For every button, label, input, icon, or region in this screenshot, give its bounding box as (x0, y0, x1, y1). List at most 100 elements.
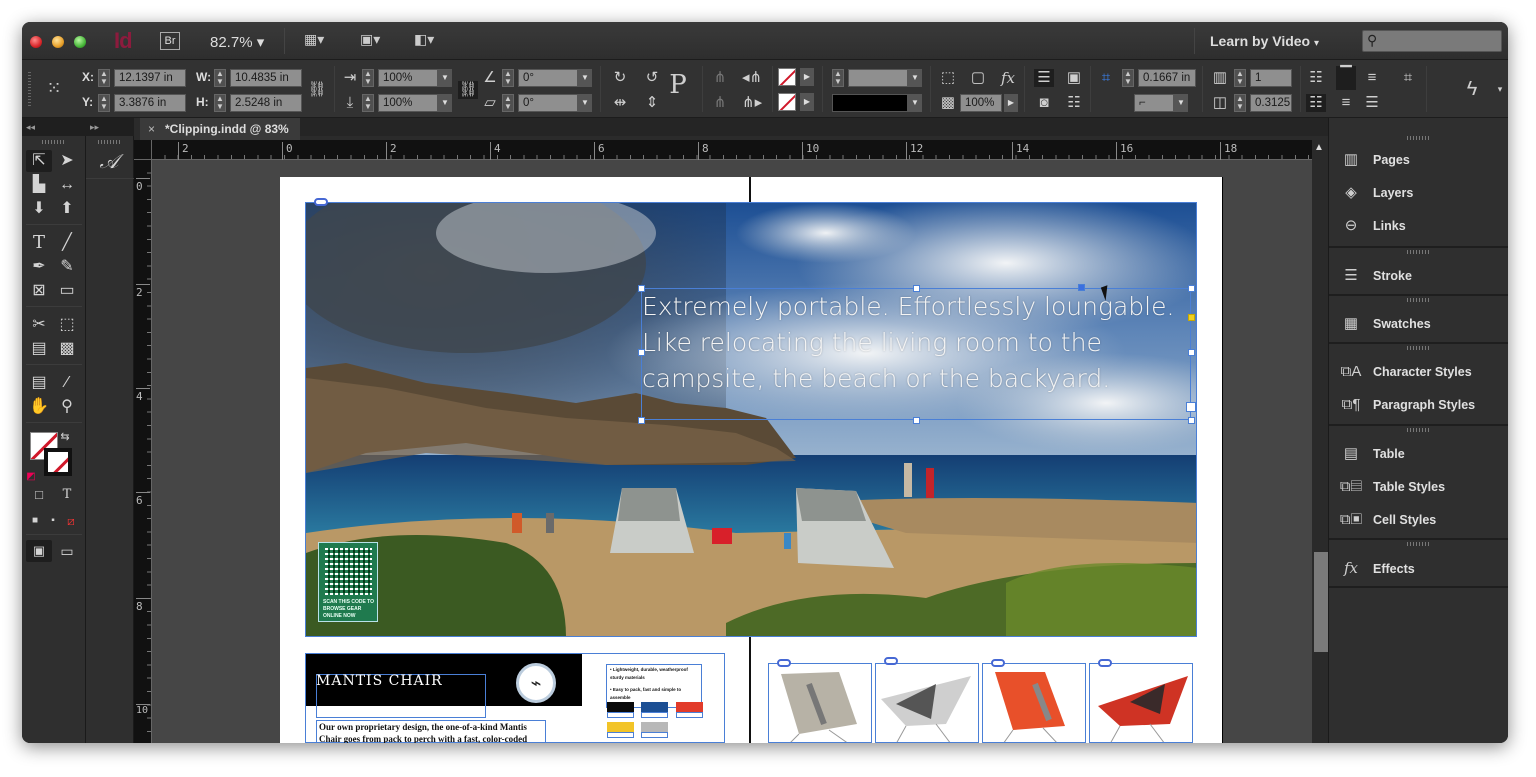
expand-icon[interactable]: ▸▸ (86, 122, 99, 132)
flip-vertical-icon[interactable]: ⇕ (642, 94, 662, 112)
content-placer-icon[interactable]: ⬆ (54, 198, 80, 220)
view-options-icon[interactable]: ▦▾ (304, 31, 324, 51)
inset-stepper[interactable]: ▲ ▼ (1122, 69, 1134, 87)
formatting-text-icon[interactable]: T (54, 484, 80, 506)
effects-fx-icon[interactable]: fx (998, 69, 1018, 87)
columns-field[interactable]: 1 (1250, 69, 1292, 87)
reference-point-icon[interactable]: ⁙ (44, 79, 64, 97)
panel-grip[interactable] (1407, 298, 1431, 302)
color-swatch-yellow[interactable] (607, 722, 634, 732)
panel-character-styles[interactable]: ⧉A Character Styles (1339, 362, 1472, 382)
pencil-tool-icon[interactable]: ✎ (54, 256, 80, 278)
overset-out-port[interactable] (1186, 402, 1196, 412)
y-stepper[interactable]: ▲ ▼ (98, 94, 110, 112)
control-panel-menu-icon[interactable]: ▾ (1490, 80, 1508, 98)
panel-grip[interactable] (42, 140, 66, 144)
screen-mode-icon[interactable]: ▣▾ (360, 31, 380, 51)
stroke-type-dropdown[interactable]: ▼ (908, 94, 922, 112)
type-tool-icon[interactable]: T (26, 232, 52, 254)
jump-object-icon[interactable]: ☷ (1064, 94, 1084, 112)
document-tab[interactable]: × *Clipping.indd @ 83% (140, 118, 300, 140)
ruler-origin[interactable] (134, 140, 152, 160)
columns-stepper[interactable]: ▲ ▼ (1234, 69, 1246, 87)
constrain-scale-icon[interactable]: ⛓ (458, 81, 478, 99)
rotate-clockwise-icon[interactable]: ↻ (610, 69, 630, 87)
scissors-tool-icon[interactable]: ✂ (26, 314, 52, 336)
chair-image-frame[interactable] (768, 663, 872, 743)
quick-apply-icon[interactable]: ϟ (1462, 79, 1482, 99)
eyedropper-tool-icon[interactable]: ⁄ (54, 372, 80, 394)
zoom-tool-icon[interactable]: ⚲ (54, 396, 80, 418)
scroll-up-arrow-icon[interactable]: ▲ (1314, 142, 1324, 153)
vertical-ruler[interactable]: 0 2 4 6 8 10 (134, 160, 152, 743)
link-badge-icon[interactable] (314, 198, 328, 206)
panel-table[interactable]: ▤ Table (1339, 444, 1405, 464)
note-tool-icon[interactable]: ▤ (26, 372, 52, 394)
resize-handle[interactable] (638, 349, 645, 356)
width-field[interactable]: 10.4835 in (230, 69, 302, 87)
horizontal-ruler[interactable]: 2 0 2 4 6 8 10 12 14 16 18 (152, 140, 1312, 160)
hand-tool-icon[interactable]: ✋ (26, 396, 52, 418)
panel-paragraph-styles[interactable]: ⧉¶ Paragraph Styles (1339, 395, 1476, 415)
rectangle-frame-tool-icon[interactable]: ⊠ (26, 280, 52, 302)
stroke-weight-stepper[interactable]: ▲ ▼ (832, 69, 844, 87)
panel-grip[interactable] (28, 70, 31, 106)
fill-swatch[interactable] (778, 68, 796, 86)
gradient-feather-tool-icon[interactable]: ▩ (54, 338, 80, 360)
panel-table-styles[interactable]: ⧉▤ Table Styles (1339, 477, 1445, 497)
corner-shape-field[interactable]: ⌐ (1134, 94, 1174, 112)
align-columns-icon[interactable]: ☷ (1306, 69, 1326, 87)
stroke-swatch[interactable] (778, 93, 796, 111)
panel-grip[interactable] (1407, 542, 1431, 546)
select-previous-icon[interactable]: ◂⋔ (742, 69, 762, 87)
y-field[interactable]: 3.3876 in (114, 94, 186, 112)
zoom-window-button[interactable] (74, 36, 86, 48)
select-content-icon[interactable]: ⋔ (710, 94, 730, 112)
shear-angle-field[interactable]: 0° (518, 94, 578, 112)
resize-handle[interactable] (913, 285, 920, 292)
close-window-button[interactable] (30, 36, 42, 48)
panel-grip[interactable] (1407, 250, 1431, 254)
qr-code-frame[interactable]: SCAN THIS CODE TO BROWSE GEAR ONLINE NOW (318, 542, 378, 622)
product-title[interactable]: MANTIS CHAIR (316, 673, 443, 689)
scrollbar-thumb[interactable] (1314, 552, 1328, 652)
resize-handle[interactable] (913, 417, 920, 424)
glyphs-icon[interactable]: 𝒜 (96, 150, 122, 172)
headline-text[interactable]: Extremely portable. Effortlessly loungab… (642, 289, 1182, 397)
stroke-swatch-menu[interactable]: ▶ (800, 93, 814, 111)
scale-x-stepper[interactable]: ▲ ▼ (362, 69, 374, 87)
product-body-text[interactable]: Our own proprietary design, the one-of-a… (316, 720, 546, 743)
gutter-stepper[interactable]: ▲ ▼ (1234, 94, 1246, 112)
scale-y-field[interactable]: 100% (378, 94, 438, 112)
panel-layers[interactable]: ◈ Layers (1339, 183, 1413, 203)
apply-none-icon[interactable]: ⧄ (58, 510, 84, 532)
align-bottom-icon[interactable]: ≡ (1336, 94, 1356, 112)
zoom-level-dropdown[interactable]: 82.7% ▾ (210, 33, 264, 51)
free-transform-tool-icon[interactable]: ⬚ (54, 314, 80, 336)
align-top-icon[interactable]: ▔ (1336, 66, 1356, 90)
balance-columns-icon[interactable]: ☷ (1306, 94, 1326, 112)
corner-options-handle[interactable] (1078, 284, 1085, 291)
shear-stepper[interactable]: ▲ ▼ (502, 94, 514, 112)
chair-image-frame[interactable] (875, 663, 979, 743)
link-badge-icon[interactable] (884, 657, 898, 665)
height-field[interactable]: 2.5248 in (230, 94, 302, 112)
search-input[interactable]: ⚲ (1362, 30, 1502, 52)
formatting-container-icon[interactable]: □ (26, 484, 52, 506)
opacity-dropdown[interactable]: ▶ (1004, 94, 1018, 112)
panel-swatches[interactable]: ▦ Swatches (1339, 314, 1431, 334)
x-stepper[interactable]: ▲ ▼ (98, 69, 110, 87)
scale-y-dropdown[interactable]: ▼ (438, 94, 452, 112)
panel-grip[interactable] (98, 140, 122, 144)
scale-x-field[interactable]: 100% (378, 69, 438, 87)
color-swatch-black[interactable] (607, 702, 634, 712)
opacity-field[interactable]: 100% (960, 94, 1002, 112)
minimize-window-button[interactable] (52, 36, 64, 48)
auto-fit-icon[interactable]: ⌗ (1398, 69, 1418, 87)
content-collector-icon[interactable]: ⬇ (26, 198, 52, 220)
rotate-dropdown[interactable]: ▼ (578, 69, 592, 87)
panel-cell-styles[interactable]: ⧉▣ Cell Styles (1339, 510, 1436, 530)
color-swatch-blue[interactable] (641, 702, 668, 712)
wrap-shape-icon[interactable]: ◙ (1034, 94, 1054, 112)
resize-handle[interactable] (1188, 349, 1195, 356)
